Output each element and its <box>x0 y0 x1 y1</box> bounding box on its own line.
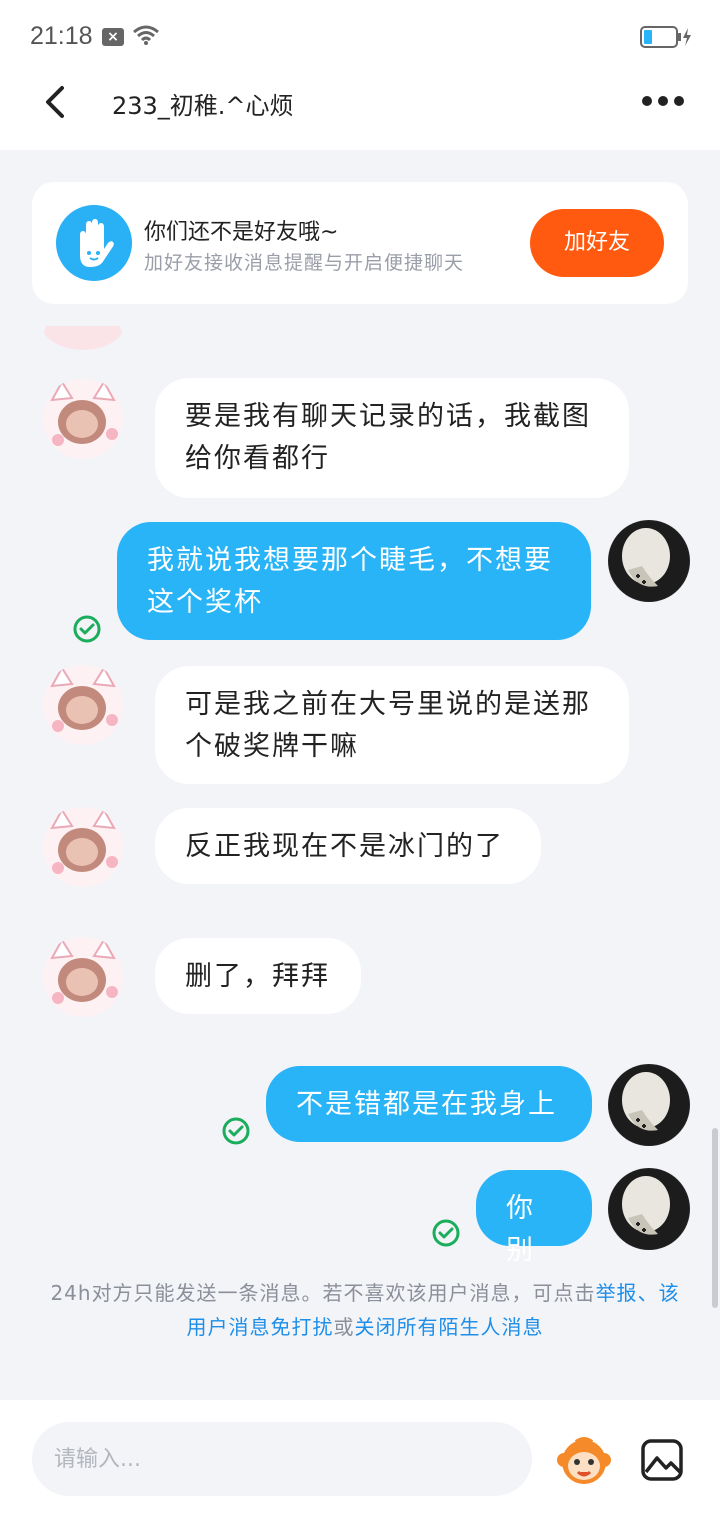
emoji-monkey-icon[interactable] <box>556 1434 612 1486</box>
close-stranger-messages-link[interactable]: 关闭所有陌生人消息 <box>355 1315 544 1339</box>
avatar[interactable] <box>42 326 124 350</box>
message-line: 我就说我想要那个睫毛，不想要 <box>147 545 553 576</box>
message-line: 给你看都行 <box>185 443 330 474</box>
read-check-icon <box>73 615 101 643</box>
avatar[interactable] <box>42 806 124 888</box>
scrollbar[interactable] <box>712 1128 718 1308</box>
hand-wave-icon <box>56 205 132 281</box>
wifi-icon <box>133 25 159 45</box>
battery-charging-icon <box>640 26 691 48</box>
status-bar: 21:18 × <box>0 0 720 72</box>
notice-or: 或 <box>333 1315 355 1339</box>
message-bubble-incoming[interactable]: 删了，拜拜 <box>155 938 361 1014</box>
message-line: 可是我之前在大号里说的是送那 <box>185 689 591 720</box>
my-avatar[interactable] <box>608 520 690 602</box>
x-box-icon: × <box>102 28 124 46</box>
banner-title: 你们还不是好友哦~ <box>144 220 339 245</box>
read-check-icon <box>432 1219 460 1247</box>
add-friend-button[interactable]: 加好友 <box>530 209 664 277</box>
message-bubble-incoming[interactable]: 反正我现在不是冰门的了 <box>155 808 541 884</box>
message-bubble-outgoing[interactable]: 不是错都是在我身上 <box>266 1066 592 1142</box>
message-input[interactable] <box>32 1422 532 1496</box>
message-bubble-outgoing[interactable]: 我就说我想要那个睫毛，不想要 这个奖杯 <box>117 522 591 640</box>
not-friend-banner: 你们还不是好友哦~ 加好友接收消息提醒与开启便捷聊天 加好友 <box>32 182 688 304</box>
banner-subtitle: 加好友接收消息提醒与开启便捷聊天 <box>144 252 465 274</box>
notice-separator: 、 <box>637 1281 659 1305</box>
chat-header: 233_初稚.^心烦 <box>0 72 720 150</box>
more-dots-icon[interactable] <box>640 88 686 112</box>
my-avatar[interactable] <box>608 1168 690 1250</box>
avatar[interactable] <box>42 936 124 1018</box>
message-line: 个破奖牌干嘛 <box>185 731 359 762</box>
read-check-icon <box>222 1117 250 1145</box>
message-bubble-outgoing[interactable]: 你别 <box>476 1170 592 1266</box>
message-line: 这个奖杯 <box>147 587 263 618</box>
chat-title: 233_初稚.^心烦 <box>112 92 294 120</box>
avatar[interactable] <box>42 664 124 746</box>
chevron-left-icon[interactable] <box>38 82 78 122</box>
status-time: 21:18 <box>30 22 93 50</box>
report-link[interactable]: 举报 <box>596 1281 638 1305</box>
input-bar <box>0 1400 720 1520</box>
image-icon[interactable] <box>640 1438 684 1482</box>
avatar[interactable] <box>42 378 124 460</box>
notice-text: 24h对方只能发送一条消息。若不喜欢该用户消息，可点击 <box>50 1281 596 1305</box>
message-bubble-incoming[interactable]: 可是我之前在大号里说的是送那 个破奖牌干嘛 <box>155 666 629 784</box>
stranger-message-notice: 24h对方只能发送一条消息。若不喜欢该用户消息，可点击举报、该用户消息免打扰或关… <box>50 1276 680 1344</box>
message-line: 要是我有聊天记录的话，我截图 <box>185 401 591 432</box>
my-avatar[interactable] <box>608 1064 690 1146</box>
message-bubble-incoming[interactable]: 要是我有聊天记录的话，我截图 给你看都行 <box>155 378 629 498</box>
